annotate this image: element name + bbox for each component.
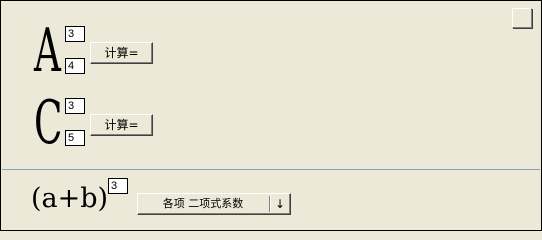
arrangement-letter: A [34,16,61,86]
combination-top-input[interactable]: 3 [65,98,85,114]
binomial-mode-select[interactable]: 各项 二项式系数 ↓ [137,193,291,215]
combination-letter: C [34,88,63,158]
binomial-expression: (a+b) [31,183,109,214]
binomial-exponent-input[interactable]: 3 [108,178,128,194]
down-arrow-icon[interactable]: ↓ [273,194,287,214]
section-divider [2,169,540,170]
calculator-window: A 3 4 计算= C 3 5 计算= (a+b) 3 各项 二项式系数 ↓ [0,0,542,231]
corner-button[interactable] [512,8,532,28]
arrangement-calculate-button[interactable]: 计算= [90,42,153,64]
binomial-mode-selected: 各项 二项式系数 [162,197,244,210]
combination-bottom-input[interactable]: 5 [65,130,85,146]
combination-calculate-button[interactable]: 计算= [90,114,153,136]
select-separator-highlight [270,196,271,212]
arrangement-bottom-input[interactable]: 4 [65,58,85,74]
arrangement-top-input[interactable]: 3 [65,26,85,42]
